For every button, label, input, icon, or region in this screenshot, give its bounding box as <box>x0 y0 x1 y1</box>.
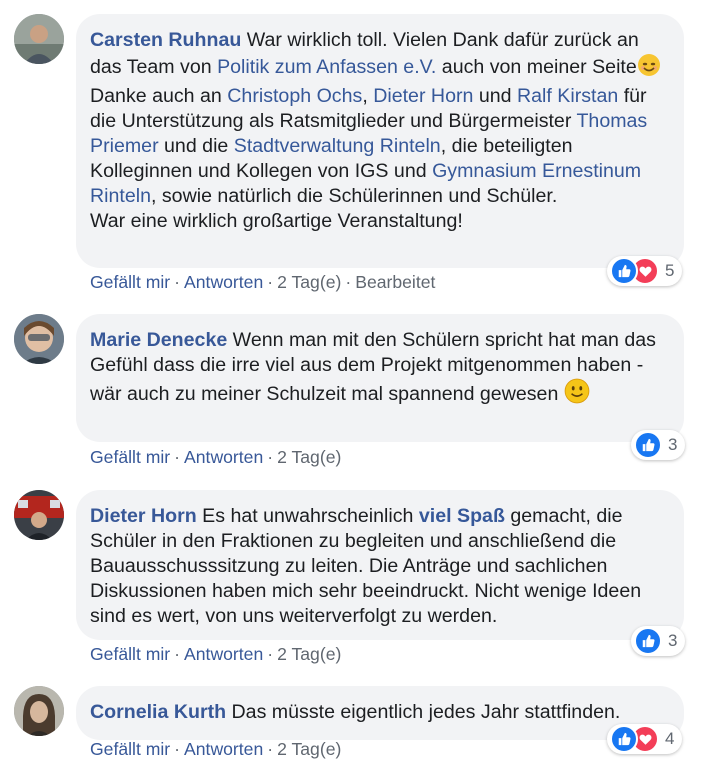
comment-bubble: Marie Denecke Wenn man mit den Schülern … <box>76 314 684 442</box>
thumbs-up-icon <box>610 257 638 285</box>
mention-link[interactable]: Stadtverwaltung Rinteln <box>234 135 441 157</box>
separator: · <box>174 739 181 759</box>
comment-text: und die <box>158 135 234 157</box>
comment-author[interactable]: Cornelia Kurth <box>90 701 226 723</box>
separator: · <box>345 272 352 292</box>
comment-author[interactable]: Marie Denecke <box>90 329 227 351</box>
like-button[interactable]: Gefällt mir <box>90 447 170 467</box>
avatar[interactable] <box>14 14 64 64</box>
comment-author[interactable]: Carsten Ruhnau <box>90 29 241 51</box>
smiling-face-emoji <box>637 53 661 84</box>
avatar[interactable] <box>14 686 64 736</box>
reaction-count: 5 <box>665 261 675 280</box>
comment-text: , <box>362 85 374 107</box>
reaction-count: 3 <box>668 435 678 454</box>
separator: · <box>267 644 274 664</box>
comment-text: Das müsste eigentlich jedes Jahr stattfi… <box>226 701 621 723</box>
thumbs-up-icon <box>634 431 662 459</box>
separator: · <box>267 272 274 292</box>
comment-actions: Gefällt mir · Antworten · 2 Tag(e) · Bearbeite… <box>90 272 435 293</box>
reaction-summary[interactable]: 4 <box>607 724 683 754</box>
reaction-summary[interactable]: 5 <box>607 256 683 286</box>
comment-text: und <box>473 85 517 107</box>
edited-label[interactable]: Bearbeitet <box>355 272 435 292</box>
mention-link[interactable]: Ralf Kirstan <box>517 85 618 107</box>
like-button[interactable]: Gefällt mir <box>90 644 170 664</box>
thumbs-up-icon <box>610 725 638 753</box>
reply-button[interactable]: Antworten <box>184 739 263 759</box>
avatar[interactable] <box>14 490 64 540</box>
comment-bubble: Carsten Ruhnau War wirklich toll. Vielen… <box>76 14 684 268</box>
avatar-image <box>14 14 64 64</box>
reaction-count: 3 <box>668 631 678 650</box>
thumbs-up-icon <box>634 627 662 655</box>
reply-button[interactable]: Antworten <box>184 447 263 467</box>
comment-text: , sowie natürlich die Schülerinnen und S… <box>151 185 558 207</box>
timestamp[interactable]: 2 Tag(e) <box>277 447 341 467</box>
separator: · <box>267 739 274 759</box>
comment-text: auch von meiner Seite <box>436 56 637 78</box>
timestamp[interactable]: 2 Tag(e) <box>277 739 341 759</box>
like-button[interactable]: Gefällt mir <box>90 272 170 292</box>
mention-link[interactable]: Christoph Ochs <box>227 85 362 107</box>
slightly-smiling-face-emoji <box>564 378 590 411</box>
separator: · <box>174 644 181 664</box>
comment-actions: Gefällt mir · Antworten · 2 Tag(e) <box>90 644 341 665</box>
comment-text: Danke auch an <box>90 85 228 107</box>
reply-button[interactable]: Antworten <box>184 272 263 292</box>
comment-text: War eine wirklich großartige Veranstaltu… <box>90 210 463 232</box>
timestamp[interactable]: 2 Tag(e) <box>277 272 341 292</box>
separator: · <box>174 447 181 467</box>
avatar-image <box>14 490 64 540</box>
comment-author[interactable]: Dieter Horn <box>90 505 197 527</box>
reaction-summary[interactable]: 3 <box>631 626 686 656</box>
avatar-image <box>14 314 64 364</box>
mention-link[interactable]: Politik zum Anfassen e.V. <box>217 56 436 78</box>
comment-bubble: Cornelia Kurth Das müsste eigentlich jed… <box>76 686 684 740</box>
avatar[interactable] <box>14 314 64 364</box>
separator: · <box>174 272 181 292</box>
reaction-summary[interactable]: 3 <box>631 430 686 460</box>
like-button[interactable]: Gefällt mir <box>90 739 170 759</box>
timestamp[interactable]: 2 Tag(e) <box>277 644 341 664</box>
comment-bubble: Dieter Horn Es hat unwahrscheinlich viel… <box>76 490 684 640</box>
comment-actions: Gefällt mir · Antworten · 2 Tag(e) <box>90 739 341 760</box>
reaction-count: 4 <box>665 729 675 748</box>
comment-text: Es hat unwahrscheinlich <box>196 505 419 527</box>
comment-actions: Gefällt mir · Antworten · 2 Tag(e) <box>90 447 341 468</box>
reply-button[interactable]: Antworten <box>184 644 263 664</box>
avatar-image <box>14 686 64 736</box>
mention-link[interactable]: Dieter Horn <box>373 85 473 107</box>
separator: · <box>267 447 274 467</box>
mention-link[interactable]: viel Spaß <box>419 505 505 527</box>
